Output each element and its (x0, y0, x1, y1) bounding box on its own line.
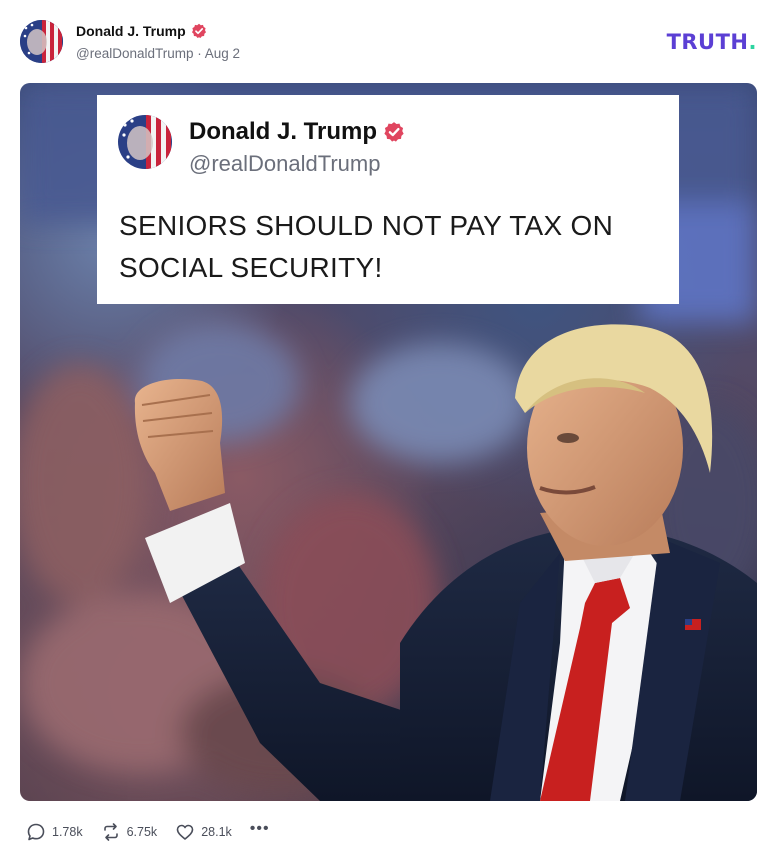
logo-text: TRUTH (666, 30, 749, 54)
like-count: 28.1k (201, 825, 232, 839)
author-handle[interactable]: @realDonaldTrump (76, 46, 194, 61)
reply-count: 1.78k (52, 825, 83, 839)
post-header: Donald J. Trump @realDonaldTrump · Aug 2… (20, 20, 757, 66)
repost-icon (101, 822, 121, 842)
quote-author-name: Donald J. Trump (189, 118, 378, 145)
like-button[interactable]: 28.1k (175, 822, 232, 842)
author-name[interactable]: Donald J. Trump (76, 23, 186, 39)
quote-avatar (118, 115, 172, 169)
truth-logo[interactable]: TRUTH. (667, 30, 757, 54)
quote-verified-badge-icon (383, 121, 405, 143)
post-image[interactable]: Donald J. Trump @realDonaldTrump SENIORS… (20, 83, 757, 801)
quote-card: Donald J. Trump @realDonaldTrump SENIORS… (97, 95, 679, 304)
quote-author-handle: @realDonaldTrump (189, 151, 381, 176)
repost-button[interactable]: 6.75k (101, 822, 158, 842)
more-options-icon[interactable]: ••• (250, 820, 270, 838)
post-actions: 1.78k 6.75k 28.1k ••• (26, 820, 288, 844)
logo-dot: . (748, 30, 757, 54)
reply-icon (26, 822, 46, 842)
meta-separator: · (197, 46, 202, 61)
verified-badge-icon (191, 23, 207, 39)
author-avatar[interactable] (20, 20, 63, 63)
post-date[interactable]: Aug 2 (205, 46, 240, 61)
reply-button[interactable]: 1.78k (26, 822, 83, 842)
heart-icon (175, 822, 195, 842)
repost-count: 6.75k (126, 825, 158, 839)
quote-text: SENIORS SHOULD NOT PAY TAX ON SOCIAL SEC… (119, 210, 614, 283)
author-meta: @realDonaldTrump · Aug 2 (76, 46, 240, 61)
